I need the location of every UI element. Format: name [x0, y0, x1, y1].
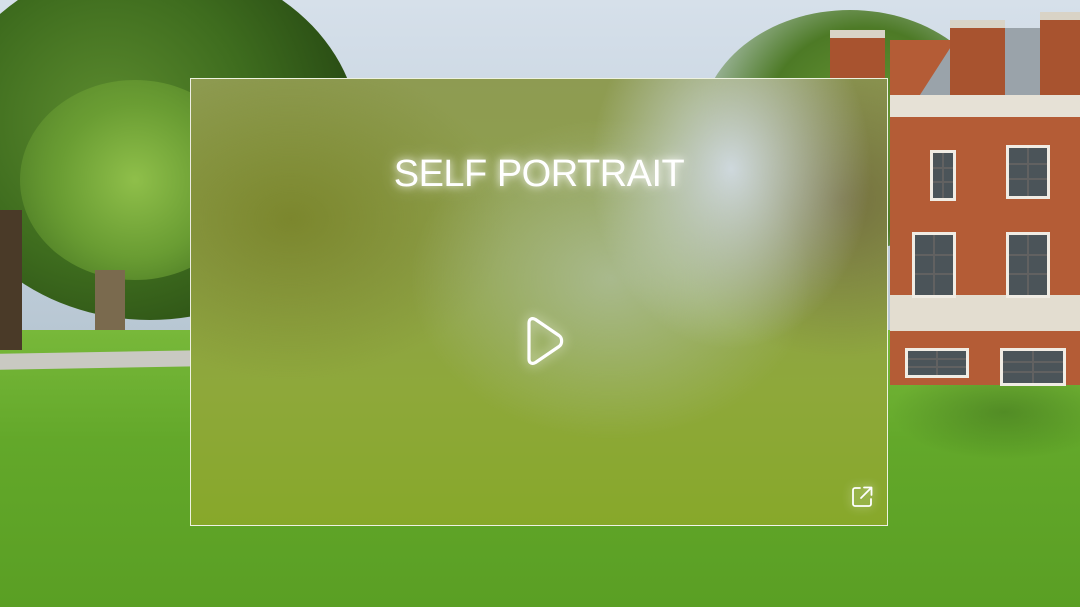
card-title: SELF PORTRAIT	[393, 153, 685, 195]
open-external-button[interactable]	[849, 484, 875, 510]
external-link-icon	[852, 486, 873, 507]
building-cornice	[890, 95, 1080, 117]
building-window	[1000, 348, 1066, 386]
building-window	[1006, 232, 1050, 298]
building-chimney	[950, 20, 1005, 103]
background-scene: SELF PORTRAIT	[0, 0, 1080, 607]
building-chimney	[1040, 12, 1080, 100]
play-icon	[527, 317, 564, 365]
building-window	[905, 348, 969, 378]
tree-trunk-background	[95, 270, 125, 330]
building-window	[930, 150, 956, 201]
building-window	[1006, 145, 1050, 199]
tree-trunk-left	[0, 210, 22, 350]
video-card[interactable]: SELF PORTRAIT	[190, 78, 888, 526]
play-button[interactable]	[513, 313, 569, 369]
lawn-shadow	[890, 380, 1080, 460]
building-band	[890, 295, 1080, 331]
building-window	[912, 232, 956, 298]
